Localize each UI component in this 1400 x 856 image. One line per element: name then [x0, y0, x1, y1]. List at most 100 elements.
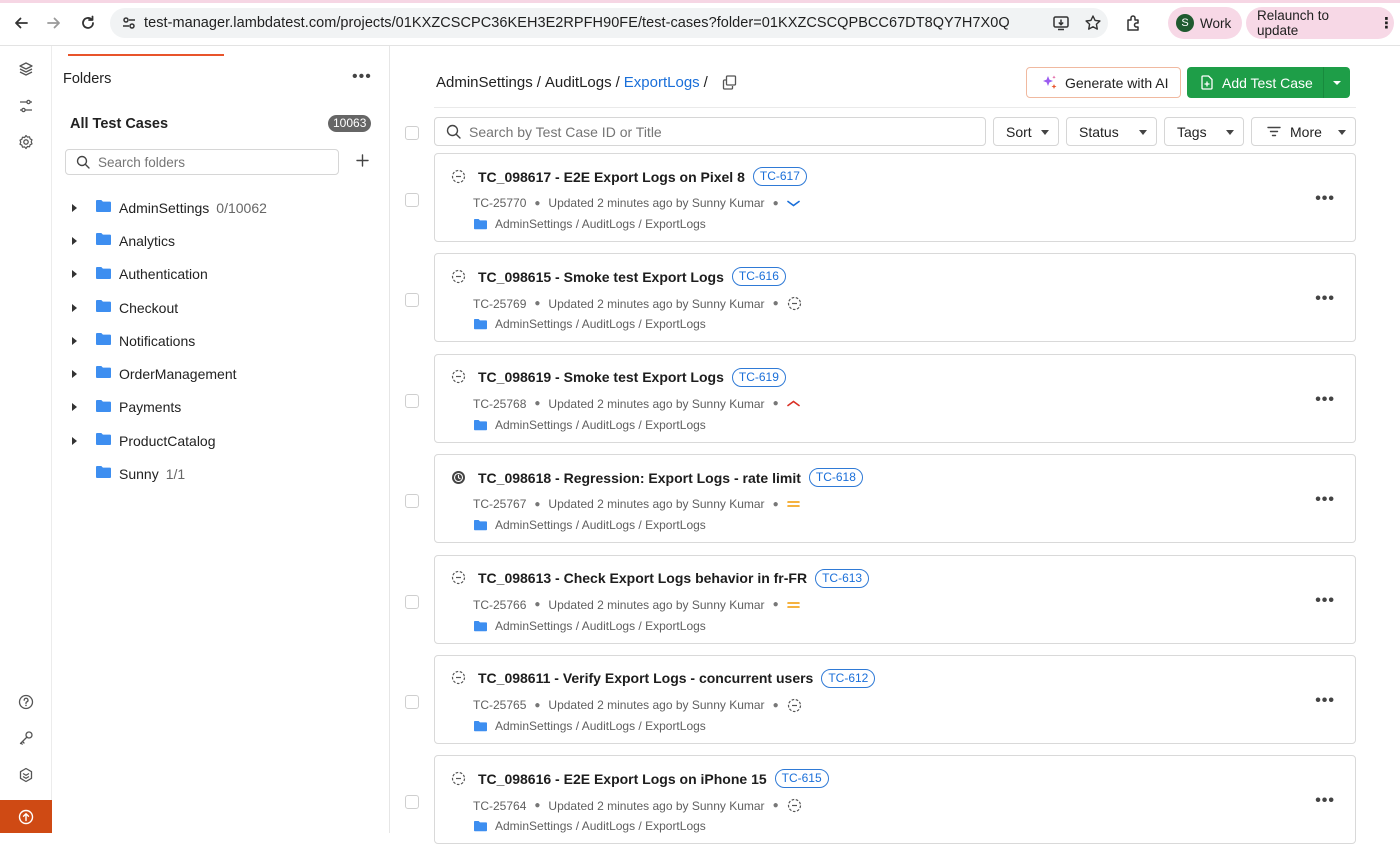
folder-item[interactable]: AdminSettings 0/10062 — [52, 191, 390, 224]
test-case-card[interactable]: TC_098616 - E2E Export Logs on iPhone 15… — [434, 755, 1356, 845]
reload-button[interactable] — [76, 11, 100, 35]
test-case-tag[interactable]: TC-612 — [821, 668, 876, 688]
layers-icon[interactable] — [16, 59, 36, 79]
test-case-title[interactable]: TC_098618 - Regression: Export Logs - ra… — [478, 468, 863, 488]
test-case-main: AdminSettings / AuditLogs / ExportLogs /… — [390, 46, 1400, 845]
folder-item[interactable]: Checkout — [52, 291, 390, 324]
row-options-icon[interactable]: ••• — [1315, 692, 1335, 710]
breadcrumb-current[interactable]: ExportLogs — [624, 74, 700, 91]
row-checkbox[interactable] — [405, 393, 419, 408]
test-case-row: TC_098613 - Check Export Logs behavior i… — [390, 554, 1400, 655]
row-options-icon[interactable]: ••• — [1315, 792, 1335, 810]
select-all-checkbox[interactable] — [405, 126, 419, 140]
integrations-icon[interactable] — [16, 765, 36, 785]
meta-separator: ● — [534, 599, 541, 611]
all-test-cases-link[interactable]: All Test Cases — [70, 116, 168, 132]
row-options-icon[interactable]: ••• — [1315, 290, 1335, 308]
test-case-title[interactable]: TC_098617 - E2E Export Logs on Pixel 8 TC… — [478, 167, 807, 186]
test-case-card[interactable]: TC_098619 - Smoke test Export Logs TC-619… — [434, 353, 1356, 443]
address-bar[interactable]: test-manager.lambdatest.com/projects/01K… — [110, 8, 1108, 38]
forward-button[interactable] — [42, 11, 66, 35]
extensions-icon[interactable] — [1122, 11, 1146, 35]
folder-item[interactable]: Payments — [52, 391, 390, 424]
caret-right-icon[interactable] — [70, 270, 78, 279]
caret-right-icon[interactable] — [70, 370, 78, 379]
folder-item[interactable]: Analytics — [52, 224, 390, 257]
test-case-tag[interactable]: TC-618 — [808, 468, 863, 488]
test-case-tag[interactable]: TC-617 — [752, 167, 807, 186]
add-test-case-primary[interactable]: Add Test Case — [1187, 67, 1323, 98]
install-app-icon[interactable] — [1052, 14, 1070, 37]
add-folder-button[interactable] — [352, 150, 372, 170]
breadcrumb-item[interactable]: AuditLogs — [545, 74, 612, 91]
test-case-title[interactable]: TC_098616 - E2E Export Logs on iPhone 15… — [478, 769, 829, 789]
test-case-tag[interactable]: TC-619 — [731, 367, 786, 387]
filters-icon[interactable] — [16, 96, 36, 116]
priority-none-icon — [787, 698, 802, 713]
folder-search-box[interactable] — [65, 149, 339, 175]
folder-item[interactable]: Authentication — [52, 258, 390, 291]
folder-item[interactable]: OrderManagement — [52, 357, 390, 390]
breadcrumb-item[interactable]: AdminSettings — [436, 74, 533, 91]
caret-right-icon[interactable] — [70, 203, 78, 212]
test-case-title[interactable]: TC_098613 - Check Export Logs behavior i… — [478, 568, 870, 588]
upgrade-button[interactable] — [0, 800, 52, 833]
tags-dropdown[interactable]: Tags — [1164, 117, 1244, 146]
kebab-menu-icon[interactable]: ⋮ — [1379, 14, 1394, 32]
key-icon[interactable] — [16, 728, 36, 748]
caret-right-icon[interactable] — [70, 236, 78, 245]
caret-right-icon[interactable] — [70, 403, 78, 412]
folder-item[interactable]: Notifications — [52, 324, 390, 357]
test-case-card[interactable]: TC_098618 - Regression: Export Logs - ra… — [434, 454, 1356, 544]
site-settings-icon[interactable] — [114, 15, 144, 31]
relaunch-button[interactable]: Relaunch to update ⋮ — [1246, 7, 1394, 39]
test-case-tag[interactable]: TC-613 — [815, 568, 870, 588]
back-button[interactable] — [9, 11, 33, 35]
row-options-icon[interactable]: ••• — [1315, 491, 1335, 509]
caret-right-icon[interactable] — [70, 303, 78, 312]
row-checkbox[interactable] — [405, 193, 419, 207]
folder-search-input[interactable] — [98, 154, 318, 170]
row-options-icon[interactable]: ••• — [1315, 391, 1335, 409]
test-case-search-box[interactable] — [434, 117, 986, 146]
row-checkbox[interactable] — [405, 694, 419, 709]
test-case-card[interactable]: TC_098613 - Check Export Logs behavior i… — [434, 554, 1356, 644]
header-divider — [434, 107, 1356, 108]
folder-options-icon[interactable]: ••• — [352, 68, 372, 86]
help-icon[interactable] — [16, 692, 36, 712]
caret-right-icon[interactable] — [70, 336, 78, 345]
test-case-search-input[interactable] — [469, 123, 969, 140]
test-case-title[interactable]: TC_098615 - Smoke test Export Logs TC-616 — [478, 267, 786, 287]
row-checkbox[interactable] — [405, 594, 419, 609]
row-options-icon[interactable]: ••• — [1315, 190, 1335, 208]
test-case-card[interactable]: TC_098611 - Verify Export Logs - concurr… — [434, 654, 1356, 744]
status-dropdown[interactable]: Status — [1066, 117, 1157, 146]
test-case-list: TC_098617 - E2E Export Logs on Pixel 8 TC… — [390, 153, 1400, 856]
more-filters-dropdown[interactable]: More — [1251, 117, 1356, 146]
row-checkbox[interactable] — [405, 293, 419, 308]
add-test-case-dropdown[interactable] — [1323, 67, 1350, 98]
row-options-icon[interactable]: ••• — [1315, 592, 1335, 610]
settings-gear-icon[interactable] — [16, 132, 36, 152]
meta-separator: ● — [534, 398, 541, 410]
sort-dropdown[interactable]: Sort — [993, 117, 1059, 146]
generate-with-ai-button[interactable]: Generate with AI — [1026, 67, 1181, 98]
bookmark-star-icon[interactable] — [1084, 14, 1102, 37]
caret-right-icon[interactable] — [70, 436, 78, 445]
test-case-card[interactable]: TC_098615 - Smoke test Export Logs TC-616… — [434, 253, 1356, 343]
test-case-title[interactable]: TC_098611 - Verify Export Logs - concurr… — [478, 668, 876, 688]
test-case-tag[interactable]: TC-615 — [774, 769, 829, 789]
copy-icon[interactable] — [722, 75, 737, 90]
folder-name: Sunny 1/1 — [119, 466, 186, 483]
reload-icon — [82, 15, 94, 29]
add-test-case-button[interactable]: Add Test Case — [1187, 67, 1350, 98]
folder-item[interactable]: ProductCatalog — [52, 424, 390, 457]
folder-item[interactable]: Sunny 1/1 — [52, 457, 390, 490]
test-case-tag[interactable]: TC-616 — [731, 267, 786, 287]
test-case-title[interactable]: TC_098619 - Smoke test Export Logs TC-619 — [478, 367, 786, 387]
draft-status-icon — [450, 168, 466, 184]
profile-button[interactable]: S Work — [1168, 7, 1242, 39]
row-checkbox[interactable] — [405, 494, 419, 509]
row-checkbox[interactable] — [405, 795, 419, 810]
test-case-card[interactable]: TC_098617 - E2E Export Logs on Pixel 8 TC… — [434, 153, 1356, 242]
